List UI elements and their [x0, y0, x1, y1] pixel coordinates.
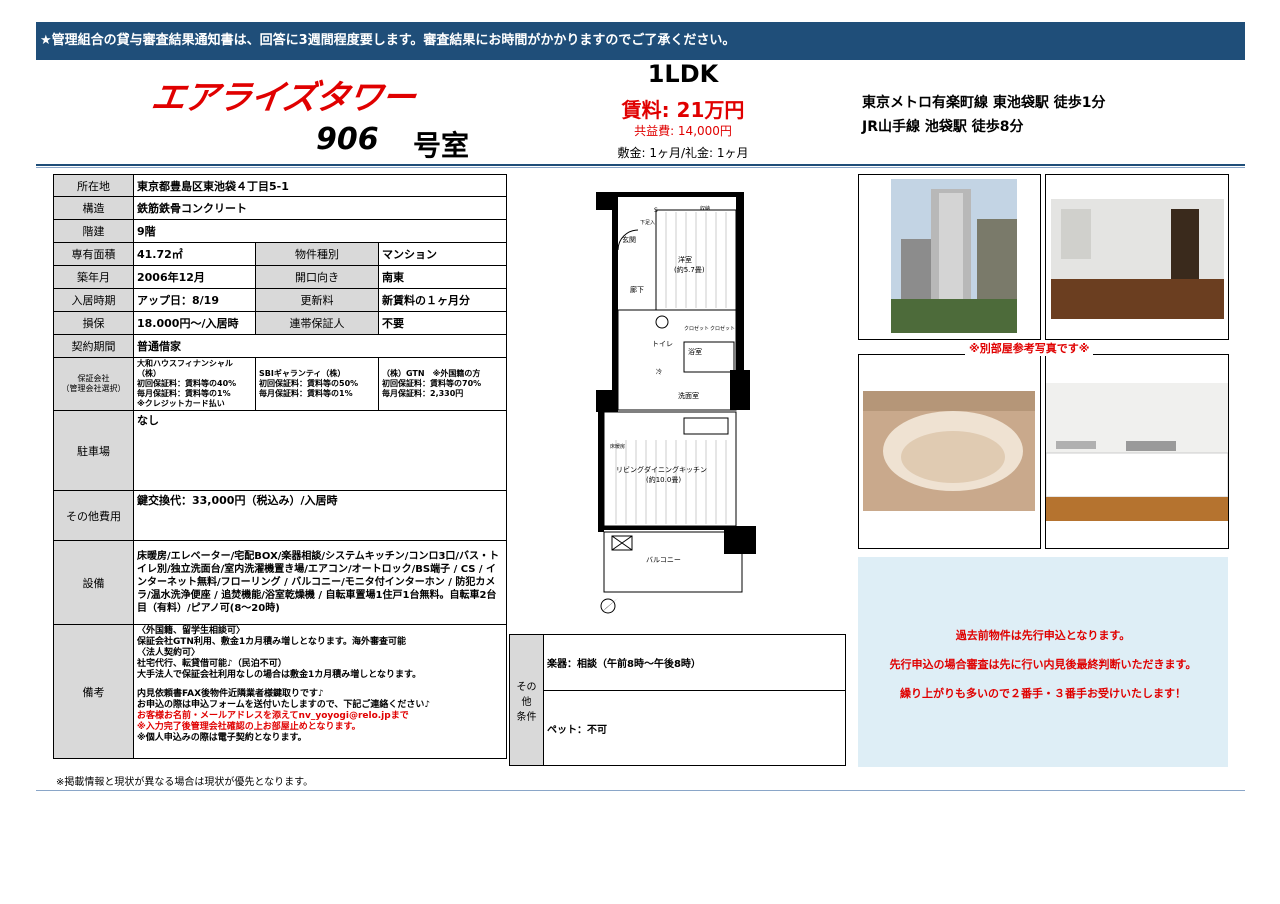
building-name: エアライズタワー	[148, 78, 418, 118]
guarantee-option-3: （株）GTN ※外国籍の方 初回保証料：賃料等の70% 毎月保証料：2,330円	[378, 357, 507, 411]
divider	[36, 164, 1245, 166]
value-renewal: 新賃料の１ヶ月分	[378, 288, 507, 312]
property-info-table: 所在地 東京都豊島区東池袋４丁目5-1 構造 鉄筋鉄骨コンクリート 階建 9階 …	[53, 174, 507, 759]
value-floor: 9階	[133, 219, 507, 243]
svg-text:床暖房: 床暖房	[610, 443, 625, 450]
svg-text:クロゼット: クロゼット	[684, 325, 709, 332]
value-address: 東京都豊島区東池袋４丁目5-1	[133, 174, 507, 197]
svg-text:クロゼット: クロゼット	[710, 325, 735, 332]
svg-text:廊下: 廊下	[630, 285, 644, 294]
label-movein: 入居時期	[53, 288, 134, 312]
access-line: 東京メトロ有楽町線 東池袋駅 徒歩1分	[862, 95, 1106, 111]
svg-text:浴室: 浴室	[688, 347, 702, 356]
divider	[36, 790, 1245, 791]
label-built: 築年月	[53, 265, 134, 289]
value-type: マンション	[378, 242, 507, 266]
north-arrow-icon	[600, 598, 618, 614]
value-parking: なし	[133, 410, 507, 491]
label-remarks: 備考	[53, 624, 134, 759]
guarantee-option-1: 大和ハウスフィナンシャル（株） 初回保証料：賃料等の40% 毎月保証料：賃料等の1%…	[133, 357, 256, 411]
building-exterior-image	[891, 179, 1017, 333]
label-guarantee-company: 保証会社 （管理会社選択）	[53, 357, 134, 411]
value-structure: 鉄筋鉄骨コンクリート	[133, 196, 507, 220]
photo-bathroom	[858, 354, 1041, 549]
svg-text:(約5.7畳): (約5.7畳)	[674, 265, 705, 274]
floor-plan: 洋室 (約5.7畳) 玄関 廊下 トイレ 浴室 洗面室 リビングダイニングキッチ…	[596, 192, 756, 614]
notice-banner: ★管理組合の貸与審査結果通知書は、回答に3週間程度要します。審査結果にお時間がか…	[36, 22, 1245, 60]
reference-photo-note: ※別部屋参考写真です※	[965, 340, 1094, 356]
common-fee: 共益費: 14,000円	[634, 124, 732, 138]
label-guarantor: 連帯保証人	[255, 311, 379, 335]
photo-kitchen	[1045, 354, 1229, 549]
divider	[36, 167, 1245, 168]
room-number: 906	[316, 122, 379, 157]
label-parking: 駐車場	[53, 410, 134, 491]
layout-type: 1LDK	[647, 60, 719, 88]
value-remarks: 〈外国籍、留学生相談可〉 保証会社GTN利用、敷金1カ月積み増しとなります。海外…	[133, 624, 507, 759]
value-pet: ペット：不可	[543, 690, 846, 766]
rent-price: 賃料: 21万円	[621, 98, 745, 122]
promo-line: 繰り上がりも多いので２番手・３番手お受けいたします！	[900, 687, 1186, 700]
value-movein: アップ日：8/19	[133, 288, 256, 312]
label-insurance: 損保	[53, 311, 134, 335]
svg-text:洗: 洗	[608, 400, 614, 408]
svg-text:(約10.0畳): (約10.0畳)	[646, 475, 681, 484]
access-line: JR山手線 池袋駅 徒歩8分	[862, 119, 1024, 135]
value-equipment: 床暖房/エレベーター/宅配BOX/楽器相談/システムキッチン/コンロ3口/バス・…	[133, 540, 507, 625]
photo-living-room	[1045, 174, 1229, 340]
value-insurance: 18.000円～/入居時	[133, 311, 256, 335]
label-other-cost: その他費用	[53, 490, 134, 541]
promo-line: 過去前物件は先行申込となります。	[955, 629, 1131, 642]
footnote: ※掲載情報と現状が異なる場合は現状が優先となります。	[56, 777, 314, 788]
label-direction: 開口向き	[255, 265, 379, 289]
value-area: 41.72㎡	[133, 242, 256, 266]
label-address: 所在地	[53, 174, 134, 197]
promo-box: 過去前物件は先行申込となります。 先行申込の場合審査は先に行い内見後最終判断いた…	[858, 557, 1228, 767]
value-direction: 南東	[378, 265, 507, 289]
other-conditions-table: その他 条件 楽器：相談（午前8時～午後8時） ペット：不可	[509, 634, 846, 766]
value-instrument: 楽器：相談（午前8時～午後8時）	[543, 634, 846, 691]
value-guarantor: 不要	[378, 311, 507, 335]
svg-text:冷: 冷	[656, 368, 662, 376]
label-contract: 契約期間	[53, 334, 134, 358]
svg-text:S: S	[654, 207, 658, 214]
label-floor: 階建	[53, 219, 134, 243]
deposit-key-money: 敷金: 1ヶ月/礼金: 1ヶ月	[617, 146, 749, 160]
label-type: 物件種別	[255, 242, 379, 266]
label-area: 専有面積	[53, 242, 134, 266]
promo-line: 先行申込の場合審査は先に行い内見後最終判断いただきます。	[889, 658, 1197, 671]
svg-text:玄関: 玄関	[622, 235, 636, 244]
svg-text:収納: 収納	[700, 205, 710, 212]
photo-exterior	[858, 174, 1041, 340]
bathroom-image	[863, 391, 1035, 511]
svg-text:バルコニー: バルコニー	[646, 556, 681, 564]
room-unit: 号室	[413, 129, 470, 162]
value-contract: 普通借家	[133, 334, 507, 358]
living-room-image	[1051, 199, 1224, 319]
svg-text:洋室: 洋室	[678, 255, 692, 264]
guarantee-option-2: SBIギャランティ（株） 初回保証料：賃料等の50% 毎月保証料：賃料等の1%	[255, 357, 379, 411]
value-built: 2006年12月	[133, 265, 256, 289]
svg-text:トイレ: トイレ	[652, 340, 673, 348]
floorplan-lines	[603, 209, 743, 593]
label-renewal: 更新料	[255, 288, 379, 312]
svg-text:下足入: 下足入	[640, 220, 655, 226]
svg-text:洗面室: 洗面室	[678, 391, 699, 400]
svg-text:リビングダイニングキッチン: リビングダイニングキッチン	[616, 465, 707, 474]
kitchen-image	[1046, 383, 1228, 521]
value-other-cost: 鍵交換代：33,000円（税込み）/入居時	[133, 490, 507, 541]
label-structure: 構造	[53, 196, 134, 220]
label-equipment: 設備	[53, 540, 134, 625]
label-other-conditions: その他 条件	[509, 634, 544, 766]
